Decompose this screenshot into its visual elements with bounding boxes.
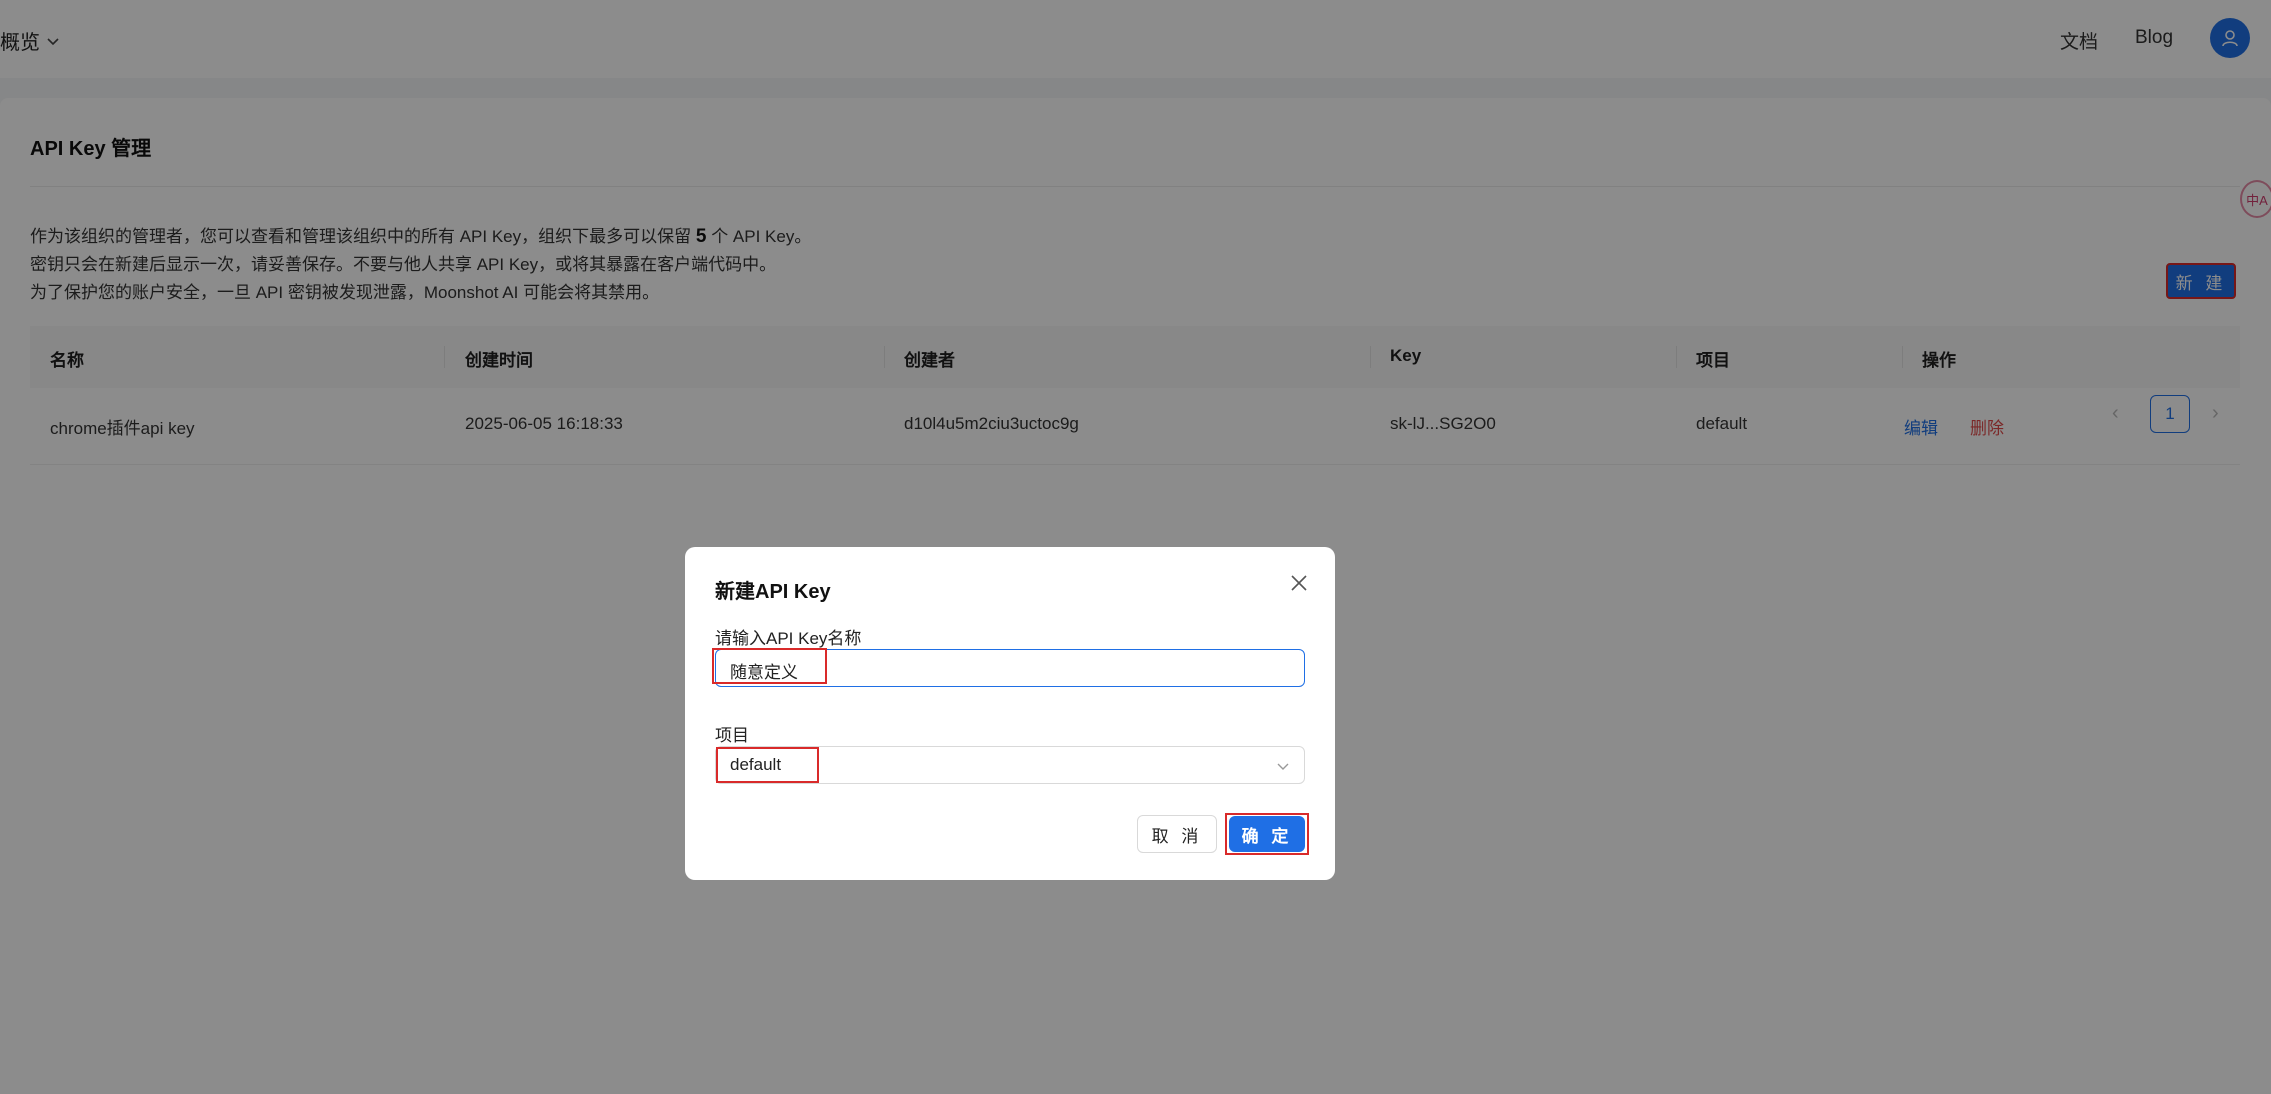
api-key-name-input[interactable]: 随意定义 <box>715 649 1305 687</box>
name-field-label: 请输入API Key名称 <box>715 624 861 649</box>
cancel-button[interactable]: 取 消 <box>1137 815 1217 853</box>
project-select[interactable]: default <box>715 746 1305 784</box>
api-key-name-value: 随意定义 <box>730 658 798 683</box>
project-select-value: default <box>730 755 781 775</box>
project-field-label: 项目 <box>715 721 749 746</box>
confirm-button[interactable]: 确 定 <box>1229 816 1305 852</box>
close-icon[interactable] <box>1287 571 1311 595</box>
new-api-key-dialog: 新建API Key 请输入API Key名称 随意定义 项目 default 取… <box>685 547 1335 880</box>
confirm-button-highlight: 确 定 <box>1225 813 1309 855</box>
dialog-title: 新建API Key <box>715 575 831 604</box>
chevron-down-icon <box>1276 759 1290 773</box>
